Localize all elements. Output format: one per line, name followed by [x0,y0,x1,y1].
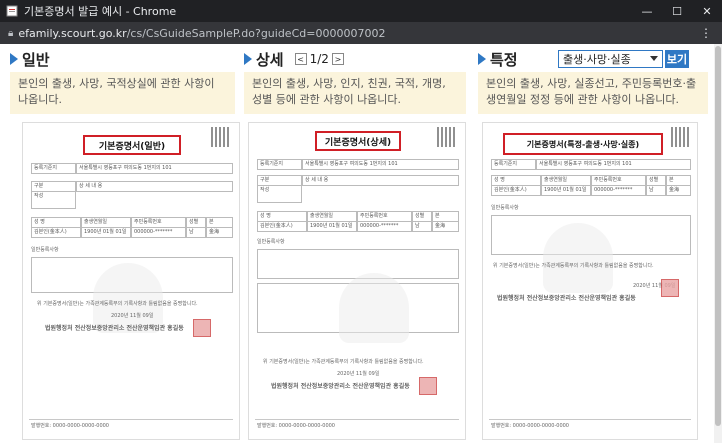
person-rrn: 000000-******* [591,185,646,196]
minimize-button[interactable]: — [632,0,662,22]
vertical-scrollbar[interactable] [714,44,722,443]
certificate-preview: 기본증명서(상세) 등록기준지 서울특별시 영등포구 여의도동 1번지의 101… [248,122,466,440]
divider [255,419,459,420]
column-header: 특정 [478,48,518,70]
certificate-preview: 기본증명서(일반) 등록기준지 서울특별시 영등포구 여의도동 1번지의 101… [22,122,240,440]
person-rrn: 000000-******* [357,221,412,232]
official-seal-icon [419,377,437,395]
detail-label: 상 세 내 용 [76,181,233,192]
next-page-button[interactable]: > [331,53,344,65]
issue-date: 2020년 11월 09일 [337,371,380,377]
document-title: 기본증명서(특정-출생·사망·실종) [503,133,663,155]
general-section-label: 일반등록사항 [491,205,519,211]
person-seal: 金海 [206,227,233,238]
issuer-name: 법원행정처 전산정보중앙관리소 전산운영책임관 홍길동 [45,325,184,332]
certification-text: 위 기본증명서(일반)는 가족관계등록부의 기록사항과 틀림없음을 증명합니다. [37,301,198,307]
triangle-bullet-icon [478,53,486,65]
person-rrn: 000000-******* [131,227,186,238]
registry-label: 등록기준지 [257,159,302,170]
document-app-icon [6,5,18,17]
column-heading: 일반 [22,50,50,69]
window-title: 기본증명서 발급 예시 - Chrome [24,5,177,18]
column-specific: 특정 출생·사망·실종 보기 본인의 출생, 사망, 실종선고, 주민등록번호·… [478,44,712,443]
lock-icon: 🔒︎ [8,27,14,39]
triangle-bullet-icon [10,53,18,65]
certification-text: 위 기본증명서(일반)는 가족관계등록부의 기록사항과 틀림없음을 증명합니다. [263,359,424,365]
page-pager: < 1/2 > [292,52,347,66]
column-detail: 상세 < 1/2 > 본인의 출생, 사망, 인지, 친권, 국적, 개명, 성… [244,44,466,443]
column-header: 상세 < 1/2 > [244,48,347,70]
column-heading: 상세 [256,50,284,69]
general-section-label: 일반등록사항 [257,239,285,245]
report-label: 작성 [257,185,302,203]
general-section-box [257,249,459,279]
person-birth: 1900년 01월 01일 [81,227,131,238]
emblem-watermark [339,273,409,343]
person-sex: 남 [646,185,666,196]
person-seal: 金海 [666,185,691,196]
url-path: /cs/CsGuideSampleP.do?guideCd=0000007002 [126,26,386,40]
qr-code-icon [437,127,457,147]
triangle-bullet-icon [244,53,252,65]
registry-address: 서울특별시 영등포구 여의도동 1번지의 101 [302,159,459,170]
document-title: 기본증명서(일반) [83,135,181,155]
official-seal-icon [661,279,679,297]
issue-date: 2020년 11월 09일 [111,313,154,319]
person-seal: 金海 [432,221,459,232]
certificate-preview: 기본증명서(특정-출생·사망·실종) 등록기준지 서울특별시 영등포구 여의도동… [482,122,698,440]
url-host: efamily.scourt.go.kr [18,26,127,40]
detail-label: 상 세 내 용 [302,175,459,186]
issuer-name: 법원행정처 전산정보중앙관리소 전산운영책임관 홍길동 [497,295,636,302]
select-value: 출생·사망·실종 [563,53,631,66]
more-options-icon[interactable]: ⋮ [700,26,712,40]
issue-number: 발행번호: 0000-0000-0000-0000 [491,423,569,429]
divider [29,419,233,420]
person-birth: 1900년 01월 01일 [541,185,591,196]
person-sex: 남 [186,227,206,238]
column-description: 본인의 출생, 사망, 인지, 친권, 국적, 개명, 성별 등에 관한 사항이… [244,72,466,114]
qr-code-icon [211,127,231,147]
emblem-watermark [93,263,163,333]
column-general: 일반 본인의 출생, 사망, 국적상실에 관한 사항이 나옵니다. 기본증명서(… [10,44,240,443]
general-section-label: 일반등록사항 [31,247,59,253]
certificate-type-select[interactable]: 출생·사망·실종 [558,50,663,68]
maximize-button[interactable]: ☐ [662,0,692,22]
view-button[interactable]: 보기 [665,50,689,68]
document-title: 기본증명서(상세) [315,131,401,151]
person-name: 김본인(金本人) [491,185,541,196]
issue-number: 발행번호: 0000-0000-0000-0000 [257,423,335,429]
column-header: 일반 [10,48,50,70]
certification-text: 위 기본증명서(일반)는 가족관계등록부의 기록사항과 틀림없음을 증명합니다. [493,263,654,269]
registry-label: 등록기준지 [31,163,76,174]
issuer-name: 법원행정처 전산정보중앙관리소 전산운영책임관 홍길동 [271,383,410,390]
chevron-down-icon [650,56,658,61]
page-indicator: 1/2 [309,52,329,66]
prev-page-button[interactable]: < [294,53,307,65]
divider [489,419,691,420]
column-heading: 특정 [490,50,518,69]
page-content: 일반 본인의 출생, 사망, 국적상실에 관한 사항이 나옵니다. 기본증명서(… [0,44,722,443]
person-name: 김본인(金本人) [257,221,307,232]
person-sex: 남 [412,221,432,232]
report-label: 작성 [31,191,76,209]
registry-address: 서울특별시 영등포구 여의도동 1번지의 101 [76,163,233,174]
address-bar[interactable]: 🔒︎ efamily.scourt.go.kr /cs/CsGuideSampl… [0,22,722,44]
scrollbar-thumb[interactable] [715,46,721,426]
issue-number: 발행번호: 0000-0000-0000-0000 [31,423,109,429]
column-description: 본인의 출생, 사망, 국적상실에 관한 사항이 나옵니다. [10,72,235,114]
person-birth: 1900년 01월 01일 [307,221,357,232]
window-titlebar: 기본증명서 발급 예시 - Chrome — ☐ ✕ [0,0,722,22]
close-button[interactable]: ✕ [692,0,722,22]
registry-label: 등록기준지 [491,159,536,170]
qr-code-icon [671,127,691,147]
emblem-watermark [543,223,613,293]
person-name: 김본인(金本人) [31,227,81,238]
registry-address: 서울특별시 영등포구 여의도동 1번지의 101 [536,159,691,170]
official-seal-icon [193,319,211,337]
column-description: 본인의 출생, 사망, 실종선고, 주민등록번호·출생연월일 정정 등에 관한 … [478,72,708,114]
